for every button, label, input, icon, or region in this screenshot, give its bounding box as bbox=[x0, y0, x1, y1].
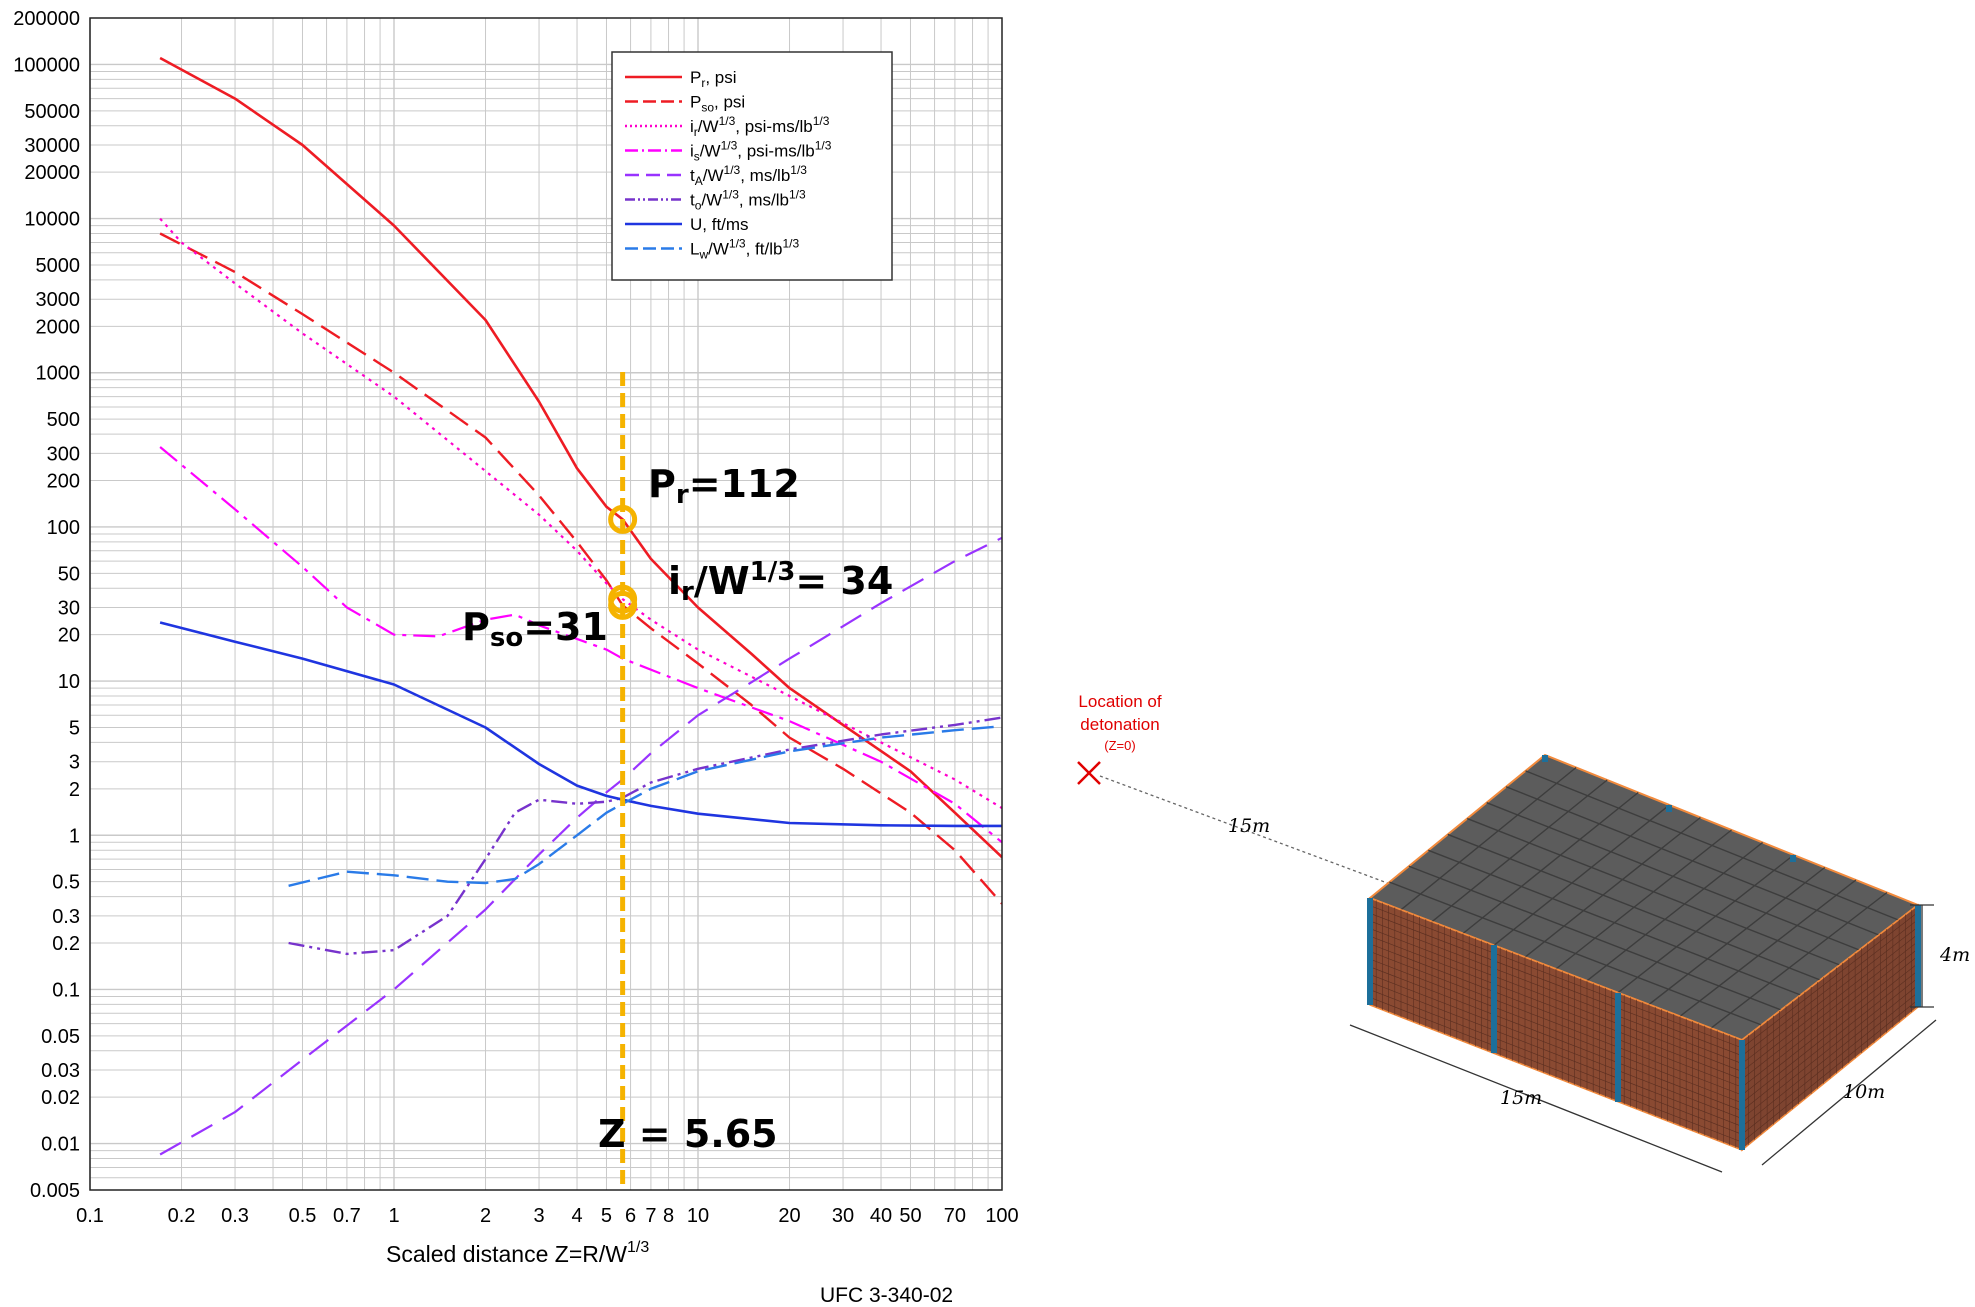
y-tick-label: 1000 bbox=[36, 363, 81, 385]
y-tick-label: 0.2 bbox=[52, 933, 80, 955]
detonation-label-line3: (Z=0) bbox=[1104, 738, 1135, 753]
y-tick-label: 3 bbox=[69, 752, 80, 774]
y-tick-label: 1 bbox=[69, 825, 80, 847]
legend-label-pr: Pr, psi bbox=[690, 68, 737, 90]
detonation-label-line2: detonation bbox=[1080, 715, 1159, 734]
x-tick-label: 7 bbox=[645, 1205, 656, 1227]
height-label: 4m bbox=[1939, 944, 1970, 966]
y-tick-label: 0.5 bbox=[52, 872, 80, 894]
y-tick-label: 0.03 bbox=[41, 1060, 80, 1082]
y-tick-label: 100 bbox=[47, 517, 80, 539]
x-tick-label: 2 bbox=[480, 1205, 491, 1227]
y-tick-label: 500 bbox=[47, 409, 80, 431]
figure-canvas: 0.1 0.2 0.3 0.5 0.7 1 2 3 4 5 6 7 8 10 20 30 40 50 70 100 2… bbox=[13, 8, 1970, 1307]
length-label: 15m bbox=[1500, 1087, 1542, 1109]
x-tick-label: 3 bbox=[533, 1205, 544, 1227]
y-tick-labels: 2000001000005000030000200001000050003000… bbox=[13, 8, 80, 1202]
y-tick-label: 3000 bbox=[36, 289, 81, 311]
legend-label-to: to/W1/3, ms/lb1/3 bbox=[690, 188, 806, 213]
x-tick-label: 1 bbox=[388, 1205, 399, 1227]
x-tick-label: 20 bbox=[778, 1205, 800, 1227]
x-tick-label: 70 bbox=[944, 1205, 966, 1227]
width-label: 10m bbox=[1843, 1081, 1885, 1103]
x-tick-label: 0.2 bbox=[168, 1205, 196, 1227]
legend-label-is: is/W1/3, psi-ms/lb1/3 bbox=[690, 139, 832, 164]
y-tick-label: 0.005 bbox=[30, 1180, 80, 1202]
legend-label-ir: ir/W1/3, psi-ms/lb1/3 bbox=[690, 114, 830, 139]
y-tick-label: 5000 bbox=[36, 255, 81, 277]
annotation-pso: Pso=31 bbox=[462, 605, 608, 653]
x-tick-label: 4 bbox=[571, 1205, 582, 1227]
y-tick-label: 5 bbox=[69, 717, 80, 739]
y-tick-label: 200 bbox=[47, 471, 80, 493]
y-tick-label: 2000 bbox=[36, 316, 81, 338]
y-tick-label: 100000 bbox=[13, 54, 80, 76]
y-tick-label: 50 bbox=[58, 563, 80, 585]
detonation-label-line1: Location of bbox=[1078, 692, 1161, 711]
x-tick-label: 40 bbox=[870, 1205, 892, 1227]
legend: Pr, psi Pso, psiir/W1/3, psi-ms/lb1/3is/W… bbox=[611, 51, 893, 281]
x-tick-label: 6 bbox=[625, 1205, 636, 1227]
legend-label-pso: Pso, psi bbox=[690, 93, 745, 115]
x-tick-label: 50 bbox=[899, 1205, 921, 1227]
x-tick-label: 5 bbox=[601, 1205, 612, 1227]
y-tick-label: 10 bbox=[58, 671, 80, 693]
y-tick-label: 30000 bbox=[24, 135, 80, 157]
y-tick-label: 0.05 bbox=[41, 1026, 80, 1048]
building-model bbox=[1367, 753, 1921, 1152]
legend-label-u: U, ft/ms bbox=[690, 215, 749, 234]
x-tick-label: 0.1 bbox=[76, 1205, 104, 1227]
x-tick-label: 0.5 bbox=[289, 1205, 317, 1227]
y-tick-label: 300 bbox=[47, 443, 80, 465]
y-tick-label: 50000 bbox=[24, 101, 80, 123]
annotation-z: Z = 5.65 bbox=[598, 1112, 778, 1156]
y-tick-label: 10000 bbox=[24, 209, 80, 231]
y-tick-label: 0.01 bbox=[41, 1134, 80, 1156]
y-tick-label: 200000 bbox=[13, 8, 80, 30]
chart: 0.1 0.2 0.3 0.5 0.7 1 2 3 4 5 6 7 8 10 20 30 40 50 70 100 2… bbox=[13, 8, 1018, 1307]
y-tick-label: 0.02 bbox=[41, 1087, 80, 1109]
x-tick-label: 8 bbox=[663, 1205, 674, 1227]
source-label: UFC 3-340-02 bbox=[820, 1284, 953, 1307]
y-tick-label: 20 bbox=[58, 625, 80, 647]
x-tick-label: 100 bbox=[985, 1205, 1018, 1227]
y-tick-label: 20000 bbox=[24, 162, 80, 184]
x-tick-label: 0.3 bbox=[221, 1205, 249, 1227]
x-tick-labels: 0.1 0.2 0.3 0.5 0.7 1 2 3 4 5 6 7 8 10 20 30 40 50 70 100 bbox=[76, 1205, 1019, 1227]
x-tick-label: 0.7 bbox=[333, 1205, 361, 1227]
y-tick-label: 0.3 bbox=[52, 906, 80, 928]
distance-label: 15m bbox=[1228, 815, 1270, 837]
y-tick-label: 2 bbox=[69, 779, 80, 801]
x-axis-title: Scaled distance Z=R/W1/3 bbox=[386, 1239, 649, 1267]
structure-diagram: Location of detonation (Z=0) 15m 15m 10m… bbox=[1077, 692, 1970, 1173]
x-tick-label: 30 bbox=[832, 1205, 854, 1227]
y-tick-label: 0.1 bbox=[52, 979, 80, 1001]
annotation-pr: Pr=112 bbox=[648, 462, 800, 510]
legend-label-ta: tA/W1/3, ms/lb1/3 bbox=[690, 163, 807, 188]
y-tick-label: 30 bbox=[58, 598, 80, 620]
detonation-cross-icon bbox=[1077, 761, 1101, 785]
x-tick-label: 10 bbox=[687, 1205, 709, 1227]
